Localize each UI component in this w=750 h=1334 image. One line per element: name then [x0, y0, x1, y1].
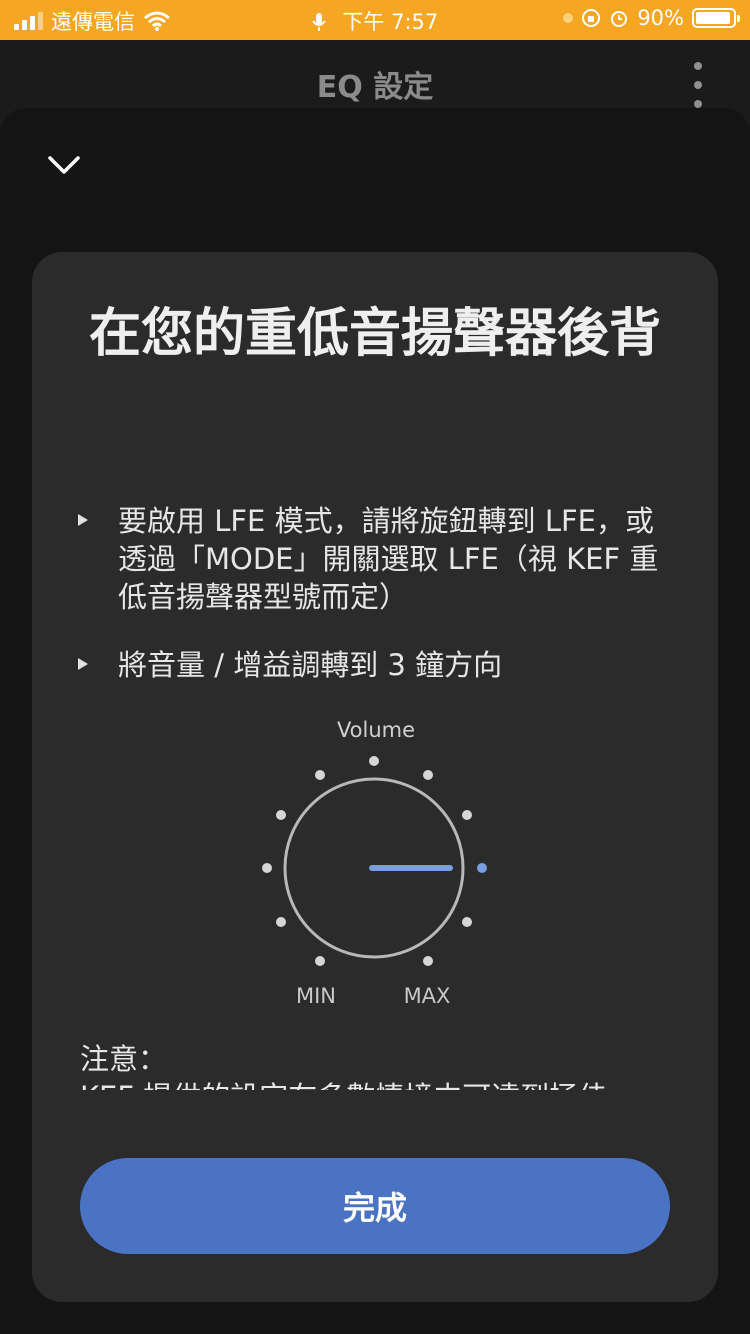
- note-scroll-area[interactable]: 注意： KEF 提供的設定在多數情境中可達到極佳: [80, 1040, 680, 1090]
- battery-percent: 90%: [637, 6, 684, 30]
- knob-graphic: [262, 756, 487, 966]
- tick-dot: [262, 863, 272, 873]
- instruction-card: 在您的重低音揚聲器後背 要啟用 LFE 模式，請將旋鈕轉到 LFE，或透過「MO…: [32, 252, 718, 1302]
- knob-min-label: MIN: [295, 984, 337, 1008]
- alarm-icon: [611, 11, 628, 27]
- microphone-icon: [311, 13, 326, 31]
- tick-dot: [315, 956, 325, 966]
- clock: 下午 7:57: [342, 10, 439, 34]
- bullet-triangle-icon: [78, 514, 88, 526]
- page-title: EQ 設定: [316, 70, 434, 105]
- volume-knob-illustration: Volume MIN MAX: [246, 712, 506, 1022]
- note-title: 注意：: [80, 1042, 168, 1076]
- bullet-text: 要啟用 LFE 模式，請將旋鈕轉到 LFE，或透過「MODE」開關選取 LFE（…: [118, 504, 659, 614]
- tick-dot: [276, 810, 286, 820]
- tick-dot: [462, 810, 472, 820]
- tick-dot: [369, 756, 379, 766]
- status-bar: 遠傳電信 下午 7:57 90%: [0, 0, 750, 40]
- knob-max-label: MAX: [403, 984, 451, 1008]
- card-title: 在您的重低音揚聲器後背: [88, 304, 661, 364]
- bullet-triangle-icon: [78, 658, 88, 670]
- bullet-item-volume: 將音量 / 增益調轉到 3 鐘方向: [78, 646, 678, 684]
- bullet-item-lfe: 要啟用 LFE 模式，請將旋鈕轉到 LFE，或透過「MODE」開關選取 LFE（…: [78, 502, 678, 616]
- header: EQ 設定: [0, 40, 750, 110]
- tick-dot: [423, 956, 433, 966]
- orientation-lock-icon: [582, 9, 601, 27]
- tick-dot: [462, 917, 472, 927]
- chevron-down-icon[interactable]: [44, 150, 84, 180]
- tick-dot: [423, 770, 433, 780]
- done-button[interactable]: 完成: [80, 1158, 670, 1254]
- tick-dot: [315, 770, 325, 780]
- recording-dot-icon: [563, 13, 574, 23]
- note-text: KEF 提供的設定在多數情境中可達到極佳: [80, 1078, 680, 1090]
- more-options-icon[interactable]: [692, 62, 704, 108]
- battery-icon: [692, 8, 740, 28]
- tick-dot-active: [477, 863, 487, 873]
- tick-dot: [276, 917, 286, 927]
- bullet-text: 將音量 / 增益調轉到 3 鐘方向: [118, 648, 503, 682]
- status-right: 90%: [563, 6, 740, 30]
